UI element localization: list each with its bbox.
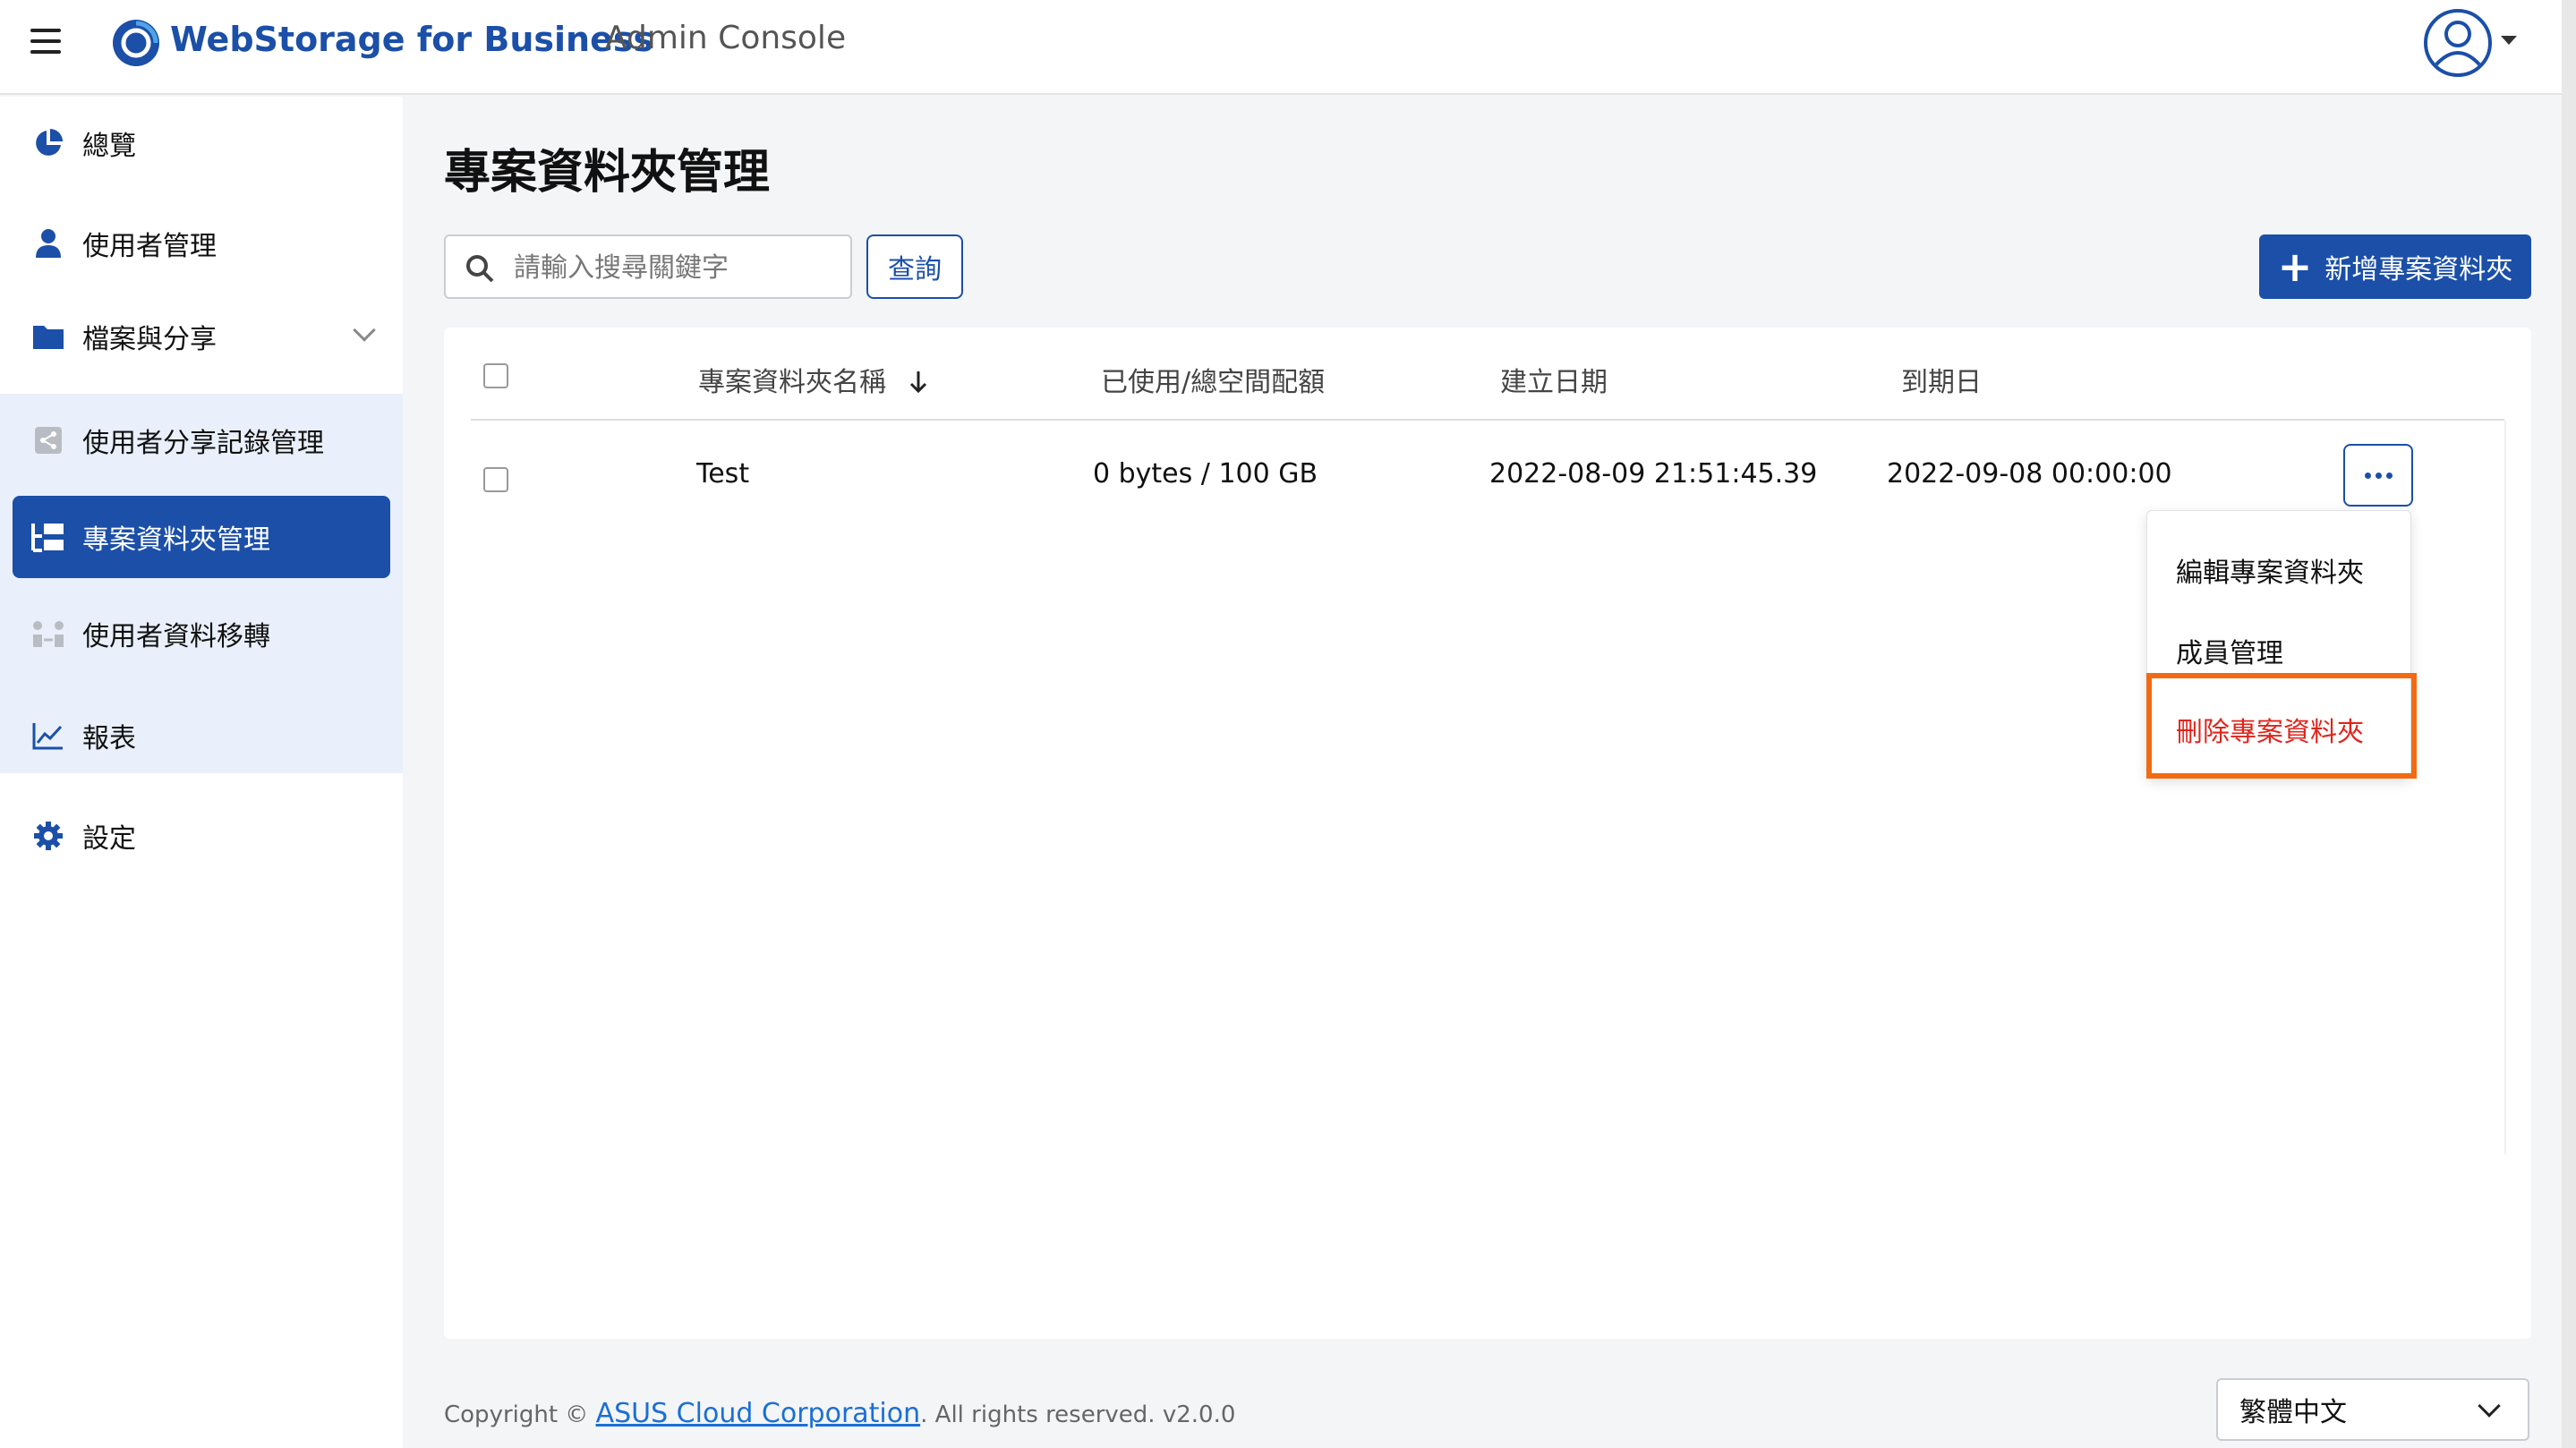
created-date-cell: 2022-08-09 21:51:45.39 bbox=[1489, 458, 1818, 490]
usage-cell: 0 bytes / 100 GB bbox=[1093, 458, 1318, 490]
query-button[interactable]: 查詢 bbox=[866, 234, 963, 299]
page-scrollbar[interactable] bbox=[2562, 0, 2576, 1448]
row-more-actions-button[interactable] bbox=[2343, 444, 2413, 507]
column-header-name[interactable]: 專案資料夾名稱 bbox=[698, 360, 929, 399]
chevron-down-icon bbox=[2478, 1394, 2501, 1418]
more-dots-icon bbox=[2364, 472, 2371, 479]
transfer-icon bbox=[30, 616, 66, 652]
pie-chart-icon bbox=[30, 125, 66, 161]
page-title: 專案資料夾管理 bbox=[444, 146, 771, 200]
sidebar-item-files-sharing[interactable]: 檔案與分享 bbox=[0, 292, 403, 381]
sidebar-item-settings[interactable]: 設定 bbox=[0, 791, 403, 881]
sidebar-item-label: 設定 bbox=[82, 823, 136, 855]
user-avatar-icon[interactable] bbox=[2422, 7, 2494, 79]
line-chart-icon bbox=[30, 718, 66, 754]
row-right-border bbox=[2504, 421, 2506, 1154]
console-subtitle: Admin Console bbox=[605, 20, 847, 56]
sort-arrow-down-icon bbox=[909, 371, 926, 394]
language-value: 繁體中文 bbox=[2239, 1397, 2347, 1428]
folder-name-cell[interactable]: Test bbox=[696, 458, 749, 490]
header-divider bbox=[471, 419, 2504, 421]
sidebar-item-share-log[interactable]: 使用者分享記錄管理 bbox=[0, 396, 403, 485]
project-folder-table: 專案資料夾名稱 已使用/總空間配額 建立日期 到期日 Test 0 bytes … bbox=[444, 328, 2531, 1339]
webstorage-logo-icon bbox=[113, 20, 159, 66]
menu-item-member-management[interactable]: 成員管理 bbox=[2176, 631, 2283, 670]
sidebar-item-reports[interactable]: 報表 bbox=[0, 691, 403, 780]
chevron-down-icon[interactable] bbox=[353, 319, 376, 342]
sidebar-item-label: 專案資料夾管理 bbox=[82, 524, 270, 556]
top-bar: WebStorage for Business Admin Console bbox=[0, 0, 2576, 95]
sidebar-item-label: 報表 bbox=[82, 723, 136, 754]
share-log-icon bbox=[30, 422, 66, 458]
search-icon bbox=[466, 255, 494, 283]
sidebar-item-overview[interactable]: 總覽 bbox=[0, 98, 403, 188]
search-input[interactable] bbox=[514, 245, 836, 290]
sidebar-item-user-management[interactable]: 使用者管理 bbox=[0, 199, 403, 288]
sidebar-item-label: 使用者資料移轉 bbox=[82, 621, 270, 652]
sidebar-item-project-folders[interactable]: 專案資料夾管理 bbox=[0, 492, 403, 582]
search-box bbox=[444, 234, 852, 299]
sidebar: 總覽 使用者管理 檔案與分享 使用者分享記錄管理 專案資料夾管理 使用者資料移轉 bbox=[0, 97, 403, 1448]
delete-highlight-box bbox=[2146, 673, 2417, 779]
menu-item-edit-project-folder[interactable]: 編輯專案資料夾 bbox=[2176, 550, 2364, 590]
column-header-created: 建立日期 bbox=[1500, 367, 1608, 398]
plus-icon: + bbox=[2277, 243, 2313, 291]
caret-down-icon[interactable] bbox=[2501, 36, 2517, 45]
company-link[interactable]: ASUS Cloud Corporation bbox=[596, 1398, 921, 1429]
column-header-expires: 到期日 bbox=[1901, 367, 1982, 398]
hamburger-menu-icon[interactable] bbox=[30, 29, 61, 54]
sidebar-item-label: 檔案與分享 bbox=[82, 324, 217, 355]
language-select[interactable]: 繁體中文 bbox=[2216, 1378, 2529, 1441]
expiry-date-cell: 2022-09-08 00:00:00 bbox=[1887, 458, 2172, 490]
sidebar-item-label: 使用者分享記錄管理 bbox=[82, 428, 324, 459]
copyright-text: Copyright © ASUS Cloud Corporation. All … bbox=[444, 1398, 1236, 1429]
folder-icon bbox=[30, 319, 66, 354]
add-project-folder-button[interactable]: + 新增專案資料夾 bbox=[2259, 234, 2531, 299]
gear-icon bbox=[30, 818, 66, 854]
user-icon bbox=[30, 226, 66, 261]
sidebar-item-data-transfer[interactable]: 使用者資料移轉 bbox=[0, 589, 403, 678]
column-header-usage: 已使用/總空間配額 bbox=[1101, 367, 1326, 398]
brand-name: WebStorage for Business bbox=[170, 20, 654, 59]
sidebar-item-label: 總覽 bbox=[82, 131, 136, 162]
row-checkbox[interactable] bbox=[483, 467, 508, 492]
sidebar-item-label: 使用者管理 bbox=[82, 231, 217, 262]
add-button-label: 新增專案資料夾 bbox=[2324, 254, 2513, 285]
select-all-checkbox[interactable] bbox=[483, 363, 508, 388]
project-folder-icon bbox=[30, 519, 66, 555]
